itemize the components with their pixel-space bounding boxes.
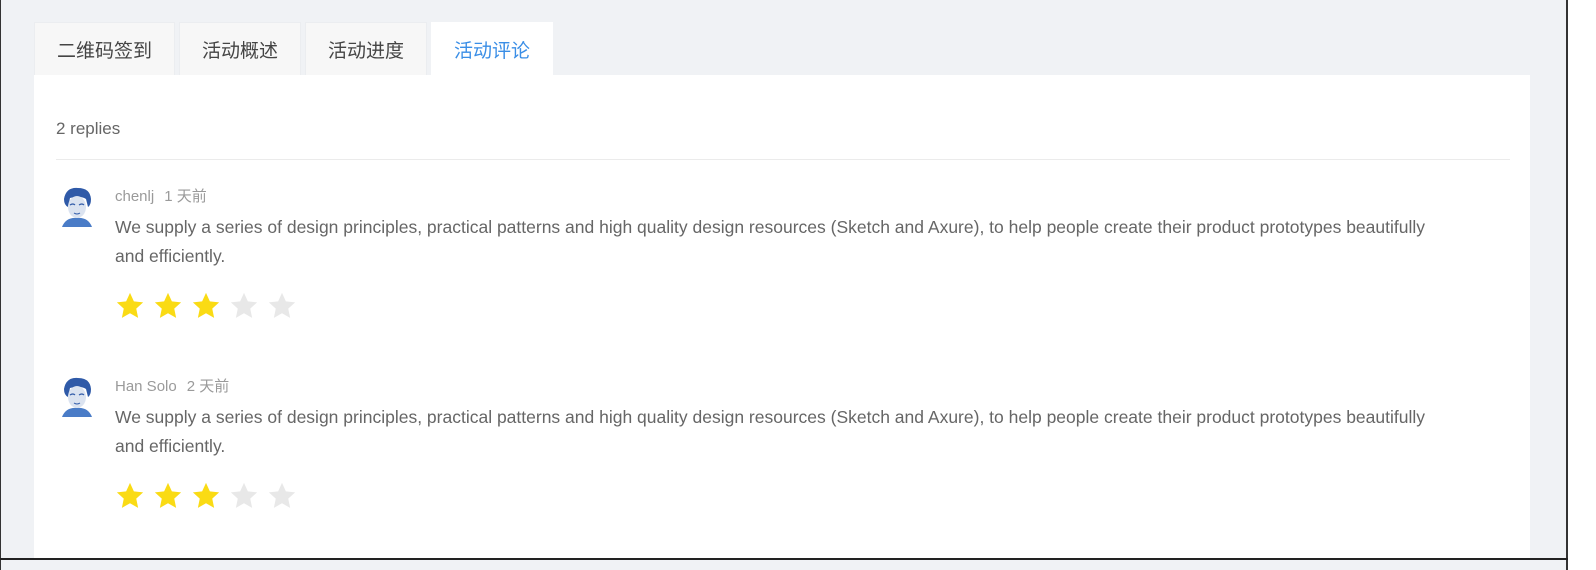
tab-activity-overview[interactable]: 活动概述	[179, 22, 302, 75]
tab-bar: 二维码签到 活动概述 活动进度 活动评论	[34, 22, 554, 76]
comment-text: We supply a series of design principles,…	[115, 407, 1426, 456]
comment-text: We supply a series of design principles,…	[115, 217, 1426, 266]
replies-count: 2 replies	[56, 119, 121, 138]
comment-meta: chenlj 1 天前	[115, 185, 207, 206]
comment-time: 2 天前	[186, 378, 230, 395]
window-frame-left	[0, 0, 1, 570]
rating[interactable]	[115, 291, 297, 321]
star-icon[interactable]	[191, 291, 221, 321]
star-icon[interactable]	[229, 481, 259, 511]
divider	[56, 159, 1510, 160]
avatar-icon[interactable]	[58, 185, 96, 227]
comment-author[interactable]: Han Solo	[115, 378, 177, 395]
star-icon[interactable]	[191, 481, 221, 511]
tab-activity-progress[interactable]: 活动进度	[305, 22, 428, 75]
rating[interactable]	[115, 481, 297, 511]
star-icon[interactable]	[267, 481, 297, 511]
avatar-icon[interactable]	[58, 375, 96, 417]
comment-author[interactable]: chenlj	[115, 188, 154, 205]
comment-time: 1 天前	[164, 188, 207, 205]
star-icon[interactable]	[267, 291, 297, 321]
window-outside-area	[1568, 0, 1596, 570]
tab-activity-comments[interactable]: 活动评论	[431, 22, 554, 76]
comments-panel: 2 replies chenlj 1 天前 We supply a series …	[34, 75, 1530, 558]
star-icon[interactable]	[229, 291, 259, 321]
comment-meta: Han Solo 2 天前	[115, 375, 229, 396]
star-icon[interactable]	[115, 291, 145, 321]
star-icon[interactable]	[153, 291, 183, 321]
star-icon[interactable]	[153, 481, 183, 511]
tab-qrcode-checkin[interactable]: 二维码签到	[34, 22, 176, 75]
star-icon[interactable]	[115, 481, 145, 511]
window-frame-bottom	[0, 558, 1568, 560]
